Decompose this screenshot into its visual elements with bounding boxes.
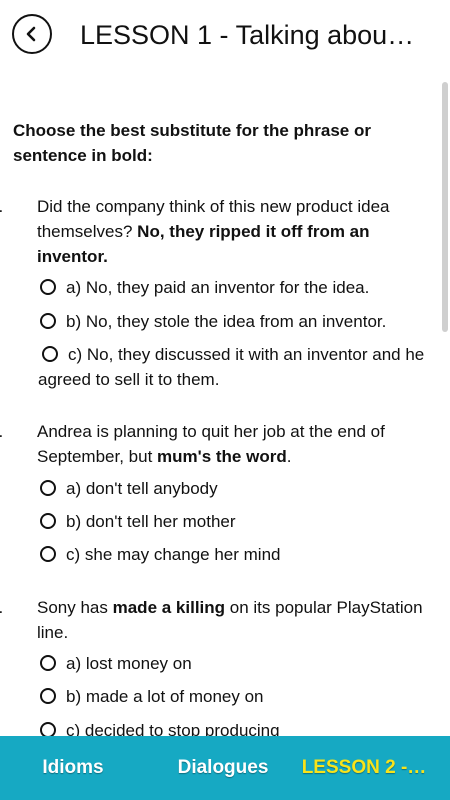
instruction-text: Choose the best substitute for the phras… bbox=[13, 121, 371, 165]
question-bold-phrase: mum's the word bbox=[157, 447, 287, 466]
radio-icon[interactable] bbox=[40, 655, 56, 671]
question-3-option-c[interactable]: c) decided to stop producing bbox=[40, 718, 440, 736]
bottom-tab-bar: Idioms Dialogues LESSON 2 -… bbox=[0, 736, 450, 800]
question-2-text: 2.Andrea is planning to quit her job at … bbox=[0, 419, 438, 469]
tab-idioms[interactable]: Idioms bbox=[18, 736, 128, 800]
question-1-text: 1.Did the company think of this new prod… bbox=[0, 194, 438, 269]
option-label: a) don't tell anybody bbox=[66, 479, 218, 498]
header-bar: LESSON 1 - Talking abou… bbox=[0, 0, 450, 72]
back-button[interactable] bbox=[12, 14, 52, 54]
question-number: 1. bbox=[0, 194, 37, 219]
question-2-option-c[interactable]: c) she may change her mind bbox=[40, 542, 440, 567]
option-label: c) she may change her mind bbox=[66, 545, 281, 564]
tab-dialogues[interactable]: Dialogues bbox=[167, 736, 279, 800]
option-label: a) lost money on bbox=[66, 654, 192, 673]
question-3-text: 3.Sony has made a killing on its popular… bbox=[0, 595, 438, 645]
question-bold-phrase: made a killing bbox=[112, 598, 226, 617]
question-3-option-a[interactable]: a) lost money on bbox=[40, 651, 440, 676]
question-number: 3. bbox=[0, 595, 37, 620]
question-2-option-b[interactable]: b) don't tell her mother bbox=[40, 509, 440, 534]
radio-icon[interactable] bbox=[40, 513, 56, 529]
scrollbar[interactable] bbox=[442, 82, 448, 332]
tab-next-lesson[interactable]: LESSON 2 -… bbox=[294, 736, 434, 800]
page-title: LESSON 1 - Talking abou… bbox=[80, 20, 415, 50]
chevron-left-icon bbox=[26, 26, 36, 42]
lesson-content[interactable]: Choose the best substitute for the phras… bbox=[0, 72, 450, 736]
radio-icon[interactable] bbox=[40, 279, 56, 295]
radio-icon[interactable] bbox=[42, 346, 58, 362]
question-number: 2. bbox=[0, 419, 37, 444]
radio-icon[interactable] bbox=[40, 313, 56, 329]
radio-icon[interactable] bbox=[40, 480, 56, 496]
radio-icon[interactable] bbox=[40, 546, 56, 562]
radio-icon[interactable] bbox=[40, 688, 56, 704]
option-label: a) No, they paid an inventor for the ide… bbox=[66, 278, 370, 297]
question-3-option-b[interactable]: b) made a lot of money on bbox=[40, 684, 440, 709]
question-1-option-a[interactable]: a) No, they paid an inventor for the ide… bbox=[40, 275, 440, 300]
question-1-option-c[interactable]: c) No, they discussed it with an invento… bbox=[38, 342, 438, 392]
question-2-option-a[interactable]: a) don't tell anybody bbox=[40, 476, 440, 501]
radio-icon[interactable] bbox=[40, 722, 56, 736]
option-label: c) No, they discussed it with an invento… bbox=[38, 345, 425, 389]
question-after-text: . bbox=[286, 447, 292, 466]
option-label: b) made a lot of money on bbox=[66, 687, 264, 706]
question-1-option-b[interactable]: b) No, they stole the idea from an inven… bbox=[40, 309, 440, 334]
option-label: b) No, they stole the idea from an inven… bbox=[66, 312, 387, 331]
question-plain-text: Sony has bbox=[37, 598, 113, 617]
option-label: c) decided to stop producing bbox=[66, 721, 280, 736]
option-label: b) don't tell her mother bbox=[66, 512, 236, 531]
